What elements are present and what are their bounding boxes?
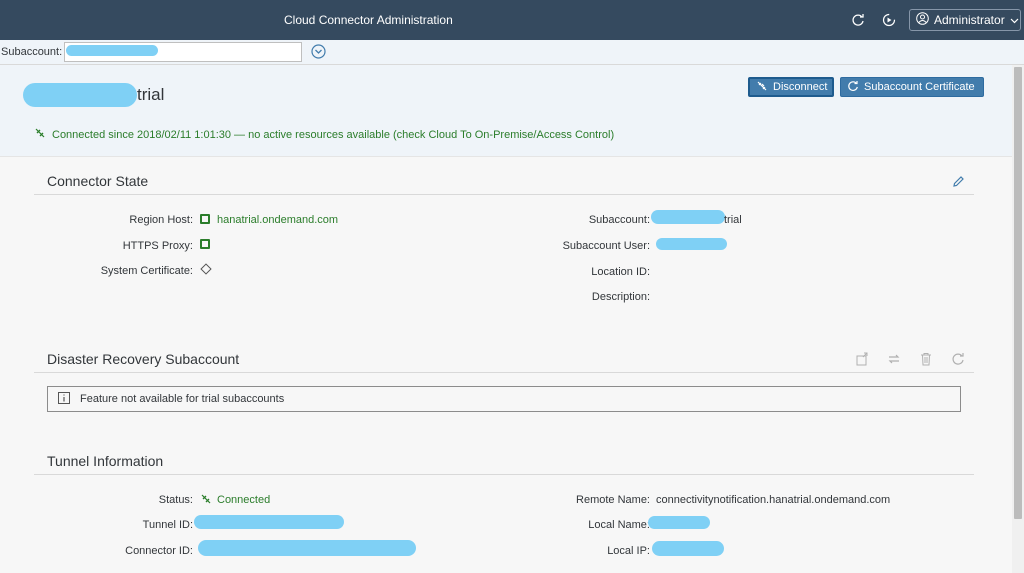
- tunnel-id-label: Tunnel ID:: [142, 519, 193, 531]
- status-label: Status:: [158, 494, 193, 506]
- https-proxy-label: HTTPS Proxy:: [122, 240, 193, 252]
- region-host-label: Region Host:: [129, 214, 193, 226]
- subaccount-user-label: Subaccount User:: [562, 240, 650, 252]
- user-menu-button[interactable]: Administrator: [909, 9, 1021, 31]
- redaction: [651, 210, 725, 224]
- expand-icon[interactable]: [311, 44, 326, 59]
- app-title: Cloud Connector Administration: [284, 13, 453, 27]
- refresh-icon[interactable]: [849, 11, 867, 29]
- divider: [34, 372, 974, 373]
- shell-bar: Cloud Connector Administration Administr…: [0, 0, 1024, 40]
- delete-icon[interactable]: [918, 351, 934, 367]
- status-ok-icon: [200, 239, 210, 249]
- local-ip-label: Local IP:: [607, 545, 650, 557]
- region-host-value[interactable]: hanatrial.ondemand.com: [217, 214, 338, 226]
- divider: [34, 474, 974, 475]
- subaccount-certificate-button[interactable]: Subaccount Certificate: [840, 77, 984, 97]
- tunnel-status-value: Connected: [217, 494, 271, 506]
- redaction: [656, 238, 727, 250]
- location-id-label: Location ID:: [591, 266, 650, 278]
- subaccount-bar: Subaccount:: [0, 40, 1024, 65]
- upload-icon[interactable]: [854, 351, 870, 367]
- section-title-tunnel-information: Tunnel Information: [47, 453, 164, 469]
- refresh-icon: [847, 80, 859, 95]
- chevron-down-icon: [1010, 13, 1019, 27]
- redaction: [648, 516, 710, 529]
- system-certificate-label: System Certificate:: [100, 265, 193, 277]
- info-message-text: Feature not available for trial subaccou…: [80, 393, 285, 405]
- redaction: [198, 540, 416, 556]
- page-title: trial: [137, 85, 165, 104]
- subaccount-value: trial: [724, 214, 742, 226]
- play-icon[interactable]: [880, 11, 898, 29]
- redaction: [652, 541, 724, 556]
- remote-name-label: Remote Name:: [576, 494, 650, 506]
- connector-id-label: Connector ID:: [125, 545, 193, 557]
- scrollbar[interactable]: [1012, 65, 1024, 573]
- subaccount-label: Subaccount:: [588, 214, 650, 226]
- local-name-label: Local Name:: [588, 519, 650, 531]
- certificate-status-icon[interactable]: [200, 263, 212, 275]
- user-name: Administrator: [934, 13, 1005, 27]
- info-icon: [58, 391, 70, 407]
- redaction: [66, 45, 158, 56]
- connection-status-text: Connected since 2018/02/11 1:01:30 — no …: [52, 128, 615, 141]
- remote-name-value: connectivitynotification.hanatrial.ondem…: [656, 494, 891, 506]
- divider: [34, 194, 974, 195]
- disconnect-button[interactable]: Disconnect: [748, 77, 834, 97]
- object-header: trial Disconnect Subaccount Certificate …: [0, 65, 1012, 157]
- redaction: [194, 515, 344, 529]
- connected-icon: [200, 493, 212, 508]
- info-message-strip: Feature not available for trial subaccou…: [47, 386, 961, 412]
- scrollbar-thumb[interactable]: [1014, 67, 1022, 519]
- status-ok-icon: [200, 214, 210, 224]
- edit-icon[interactable]: [950, 173, 966, 189]
- connection-status-line: Connected since 2018/02/11 1:01:30 — no …: [34, 127, 614, 142]
- disconnect-icon: [756, 80, 768, 95]
- switch-icon[interactable]: [886, 351, 902, 367]
- description-label: Description:: [591, 291, 650, 303]
- user-icon: [916, 12, 929, 28]
- connected-icon: [34, 127, 46, 142]
- redaction: [23, 83, 137, 107]
- subaccount-select-label: Subaccount:: [1, 46, 63, 58]
- section-title-connector-state: Connector State: [47, 173, 149, 189]
- section-title-disaster-recovery: Disaster Recovery Subaccount: [47, 351, 240, 367]
- refresh-icon[interactable]: [950, 351, 966, 367]
